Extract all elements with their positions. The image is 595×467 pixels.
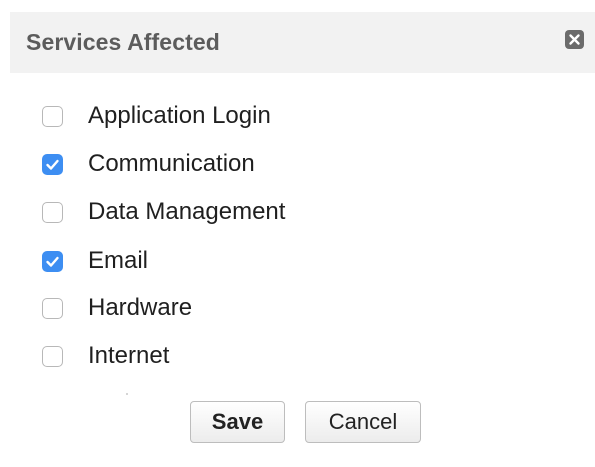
close-icon[interactable] (565, 30, 584, 49)
option-application-login[interactable]: Application Login (42, 100, 271, 132)
checkbox-unchecked[interactable] (42, 345, 63, 367)
option-label: Data Management (88, 198, 286, 225)
save-button[interactable]: Save (190, 401, 285, 443)
option-email[interactable]: Email (42, 245, 148, 277)
option-label: Application Login (88, 102, 271, 129)
option-label: Internet (88, 342, 170, 369)
checkbox-checked[interactable] (42, 153, 63, 175)
checkbox-unchecked[interactable] (42, 105, 63, 127)
checkmark-icon (46, 256, 59, 267)
dialog-header: Services Affected (10, 12, 595, 73)
option-label: Email (88, 247, 149, 274)
checkbox-checked[interactable] (42, 250, 63, 272)
option-hardware[interactable]: Hardware (42, 292, 192, 324)
option-internet[interactable]: Internet (42, 340, 169, 372)
checkbox-unchecked[interactable] (42, 297, 63, 319)
checkmark-icon (46, 159, 59, 170)
option-label: Communication (88, 150, 255, 177)
checkbox-unchecked[interactable] (42, 201, 63, 223)
dialog-actions: Save Cancel (0, 401, 595, 445)
scroll-indicator (126, 393, 128, 395)
dialog-title: Services Affected (26, 29, 220, 55)
cancel-button[interactable]: Cancel (305, 401, 421, 443)
option-communication[interactable]: Communication (42, 148, 255, 180)
services-list[interactable]: Application Login Communication Data Man… (0, 92, 595, 392)
option-label: Hardware (88, 294, 193, 321)
services-affected-dialog: Services Affected Application Login Comm… (0, 0, 595, 467)
option-data-management[interactable]: Data Management (42, 196, 285, 228)
